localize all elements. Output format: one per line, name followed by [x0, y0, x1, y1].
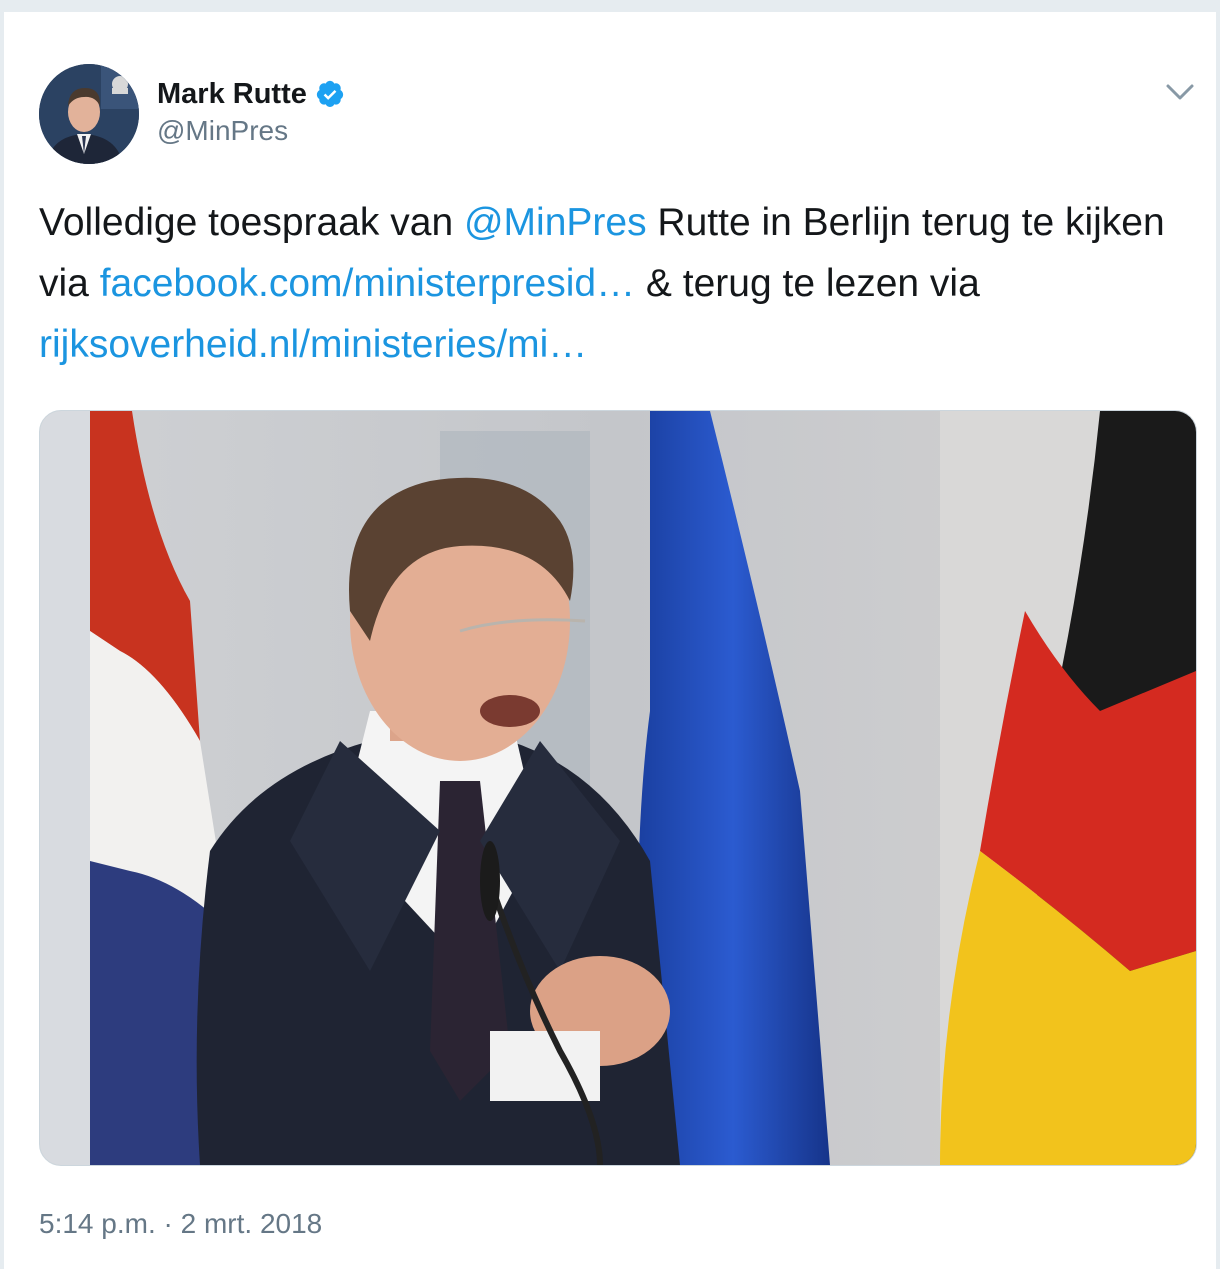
tweet-media-photo[interactable] [39, 410, 1197, 1166]
chevron-down-icon[interactable] [1162, 74, 1198, 110]
tweet-text-segment: & terug te lezen via [635, 262, 980, 305]
author-display-name[interactable]: Mark Rutte [157, 78, 307, 111]
avatar-photo-icon [39, 64, 139, 164]
facebook-link[interactable]: facebook.com/ministerpresid… [100, 262, 635, 305]
author-name-row: Mark Rutte [157, 74, 345, 114]
tweet-card: Mark Rutte @MinPres Volledige toespraak … [4, 12, 1216, 1269]
tweet-text: Volledige toespraak van @MinPres Rutte i… [39, 192, 1189, 375]
verified-badge-icon [316, 80, 343, 108]
speaker-photo-icon [40, 411, 1196, 1165]
author-handle[interactable]: @MinPres [157, 115, 288, 147]
mention-link[interactable]: @MinPres [464, 201, 647, 244]
rijksoverheid-link[interactable]: rijksoverheid.nl/ministeries/mi… [39, 323, 587, 366]
tweet-timestamp[interactable]: 5:14 p.m. · 2 mrt. 2018 [39, 1208, 322, 1240]
tweet-text-segment: Volledige toespraak van [39, 201, 464, 244]
avatar[interactable] [39, 64, 139, 164]
